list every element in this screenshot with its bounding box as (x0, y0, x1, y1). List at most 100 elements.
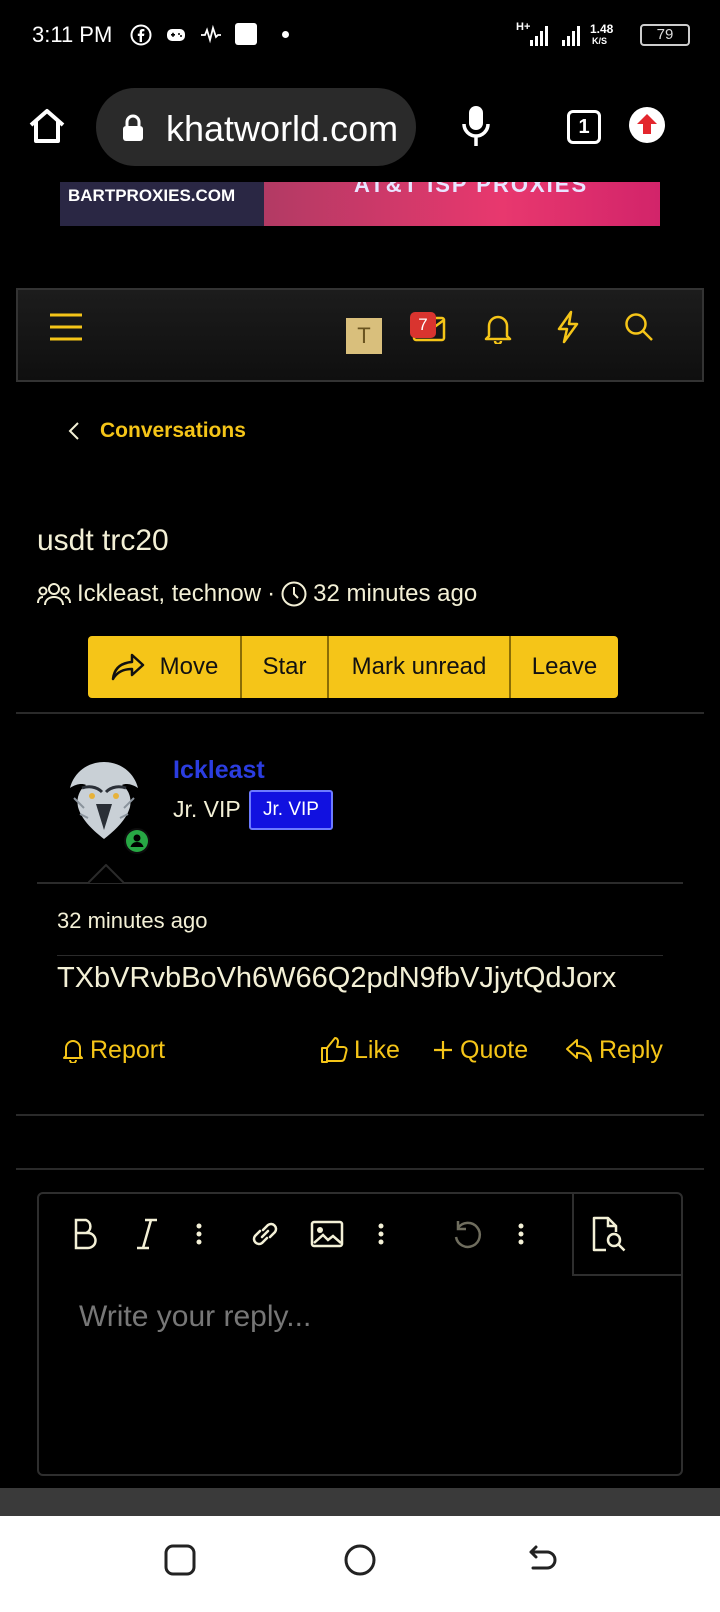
forum-nav-bar: T 7 (16, 288, 704, 382)
conversation-participants[interactable]: Ickleast, technow (77, 580, 261, 608)
vertical-dots-icon (196, 1223, 202, 1245)
page-footer-strip (0, 1488, 720, 1516)
back-icon[interactable] (525, 1544, 557, 1576)
bold-icon (74, 1218, 97, 1250)
notification-square-icon (235, 23, 257, 45)
like-label: Like (354, 1035, 400, 1064)
recent-apps-icon[interactable] (164, 1544, 196, 1576)
preview-search-icon (592, 1216, 626, 1252)
message-time: 32 minutes ago (57, 908, 208, 933)
tab-switcher-button[interactable]: 1 (567, 110, 601, 144)
mark-unread-button[interactable]: Mark unread (329, 636, 511, 698)
toolbar-separator (572, 1194, 574, 1276)
ad-banner[interactable]: BARTPROXIES.COM AT&T ISP PROXIES (60, 182, 660, 226)
preview-button[interactable] (587, 1212, 631, 1256)
reply-editor[interactable]: Write your reply... (37, 1192, 683, 1476)
meta-separator: · (267, 580, 276, 607)
image-button[interactable] (305, 1212, 349, 1256)
star-button[interactable]: Star (242, 636, 329, 698)
undo-button[interactable] (446, 1212, 490, 1256)
breadcrumb-conversations[interactable]: Conversations (100, 419, 246, 443)
ad-right-panel: AT&T ISP PROXIES (264, 182, 660, 226)
user-online-icon (126, 830, 148, 852)
image-icon (310, 1220, 344, 1248)
ad-right-text: AT&T ISP PROXIES (354, 182, 589, 197)
clock-icon (281, 581, 307, 607)
home-button-icon[interactable] (344, 1544, 376, 1576)
leave-label: Leave (531, 653, 598, 680)
message-divider (37, 882, 683, 884)
address-bar[interactable]: khatworld.com (96, 88, 416, 166)
search-icon[interactable] (624, 312, 654, 342)
signal-icon (530, 26, 548, 46)
section-divider-2 (16, 1114, 704, 1116)
undo-icon (454, 1221, 482, 1249)
italic-icon (137, 1218, 157, 1250)
link-button[interactable] (243, 1212, 287, 1256)
more-notifications-dot (282, 31, 289, 38)
home-icon[interactable] (27, 106, 67, 146)
menu-icon[interactable] (50, 312, 82, 342)
bell-icon[interactable] (484, 312, 512, 344)
system-navigation-bar (0, 1516, 720, 1612)
gamepad-icon (167, 29, 185, 41)
status-bar: 3:11 PM H+ 1.48 K/S 79 (0, 0, 720, 70)
reply-input[interactable]: Write your reply... (79, 1300, 311, 1334)
battery-indicator: 79 (640, 24, 690, 46)
reply-button[interactable]: Reply (565, 1030, 663, 1070)
vertical-dots-icon (518, 1223, 524, 1245)
reply-label: Reply (599, 1035, 663, 1064)
more-insert-button[interactable] (359, 1212, 403, 1256)
audio-wave-icon (201, 24, 221, 44)
browser-toolbar: khatworld.com 1 (0, 70, 720, 182)
leave-button[interactable]: Leave (511, 636, 618, 698)
microphone-icon[interactable] (462, 104, 490, 148)
reply-arrow-icon (566, 1039, 592, 1062)
mark-unread-label: Mark unread (351, 653, 487, 680)
plus-icon (434, 1041, 452, 1059)
link-icon (252, 1222, 278, 1246)
user-banner: Jr. VIP (249, 790, 333, 830)
account-avatar[interactable]: T (346, 318, 382, 354)
message-time-rule (57, 955, 663, 956)
conversation-time: 32 minutes ago (313, 580, 478, 607)
ad-left-text: BARTPROXIES.COM (60, 182, 264, 226)
star-label: Star (262, 653, 307, 680)
status-time: 3:11 PM (32, 22, 113, 47)
network-speed: 1.48 (590, 22, 614, 36)
toolbar-bottom-rule (572, 1274, 683, 1276)
url-text: khatworld.com (166, 108, 399, 149)
breadcrumb[interactable]: Conversations (68, 416, 246, 446)
quote-label: Quote (460, 1035, 529, 1064)
italic-button[interactable] (125, 1212, 169, 1256)
message-username[interactable]: Ickleast (173, 756, 265, 785)
user-title: Jr. VIP (173, 796, 241, 822)
conversation-meta: Ickleast, technow · 32 minutes ago (37, 580, 477, 608)
facebook-icon (130, 24, 152, 46)
signal-icon-2 (562, 26, 580, 46)
thumbs-up-icon (321, 1037, 348, 1063)
section-divider-3 (16, 1168, 704, 1170)
network-unit: K/S (592, 36, 608, 46)
bold-button[interactable] (63, 1212, 107, 1256)
lock-icon (123, 114, 143, 141)
report-button[interactable]: Report (62, 1030, 165, 1070)
message-body: TXbVRvbBoVh6W66Q2pdN9fbVJjytQdJorx (57, 962, 617, 994)
chevron-left-icon (68, 422, 79, 440)
share-arrow-icon (111, 653, 144, 681)
page-title: usdt trc20 (37, 524, 169, 557)
conversation-actions: Move Star Mark unread Leave (88, 636, 618, 698)
more-options-button[interactable] (499, 1212, 543, 1256)
section-divider (16, 712, 704, 714)
online-status-indicator (124, 828, 150, 854)
lightning-icon[interactable] (556, 310, 580, 344)
move-button[interactable]: Move (88, 636, 242, 698)
like-button[interactable]: Like (320, 1030, 400, 1070)
move-label: Move (159, 653, 219, 680)
more-formatting-button[interactable] (177, 1212, 221, 1256)
message-caret (88, 864, 124, 884)
bell-outline-icon (63, 1040, 83, 1063)
vertical-dots-icon (378, 1223, 384, 1245)
quote-button[interactable]: Quote (432, 1030, 528, 1070)
update-arrow-icon[interactable] (628, 106, 666, 144)
